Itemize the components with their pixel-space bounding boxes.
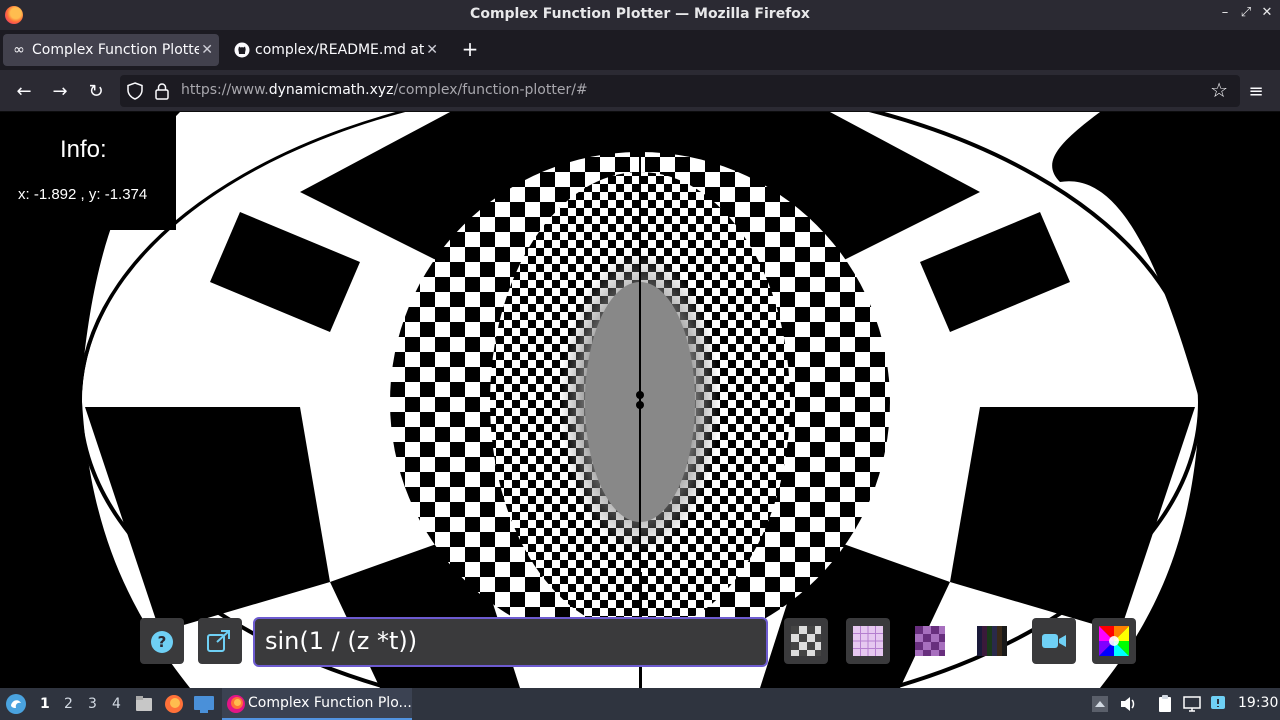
tab-close-icon[interactable]: ✕ [201, 34, 213, 66]
firefox-launcher-icon[interactable] [164, 694, 184, 714]
svg-text:?: ? [158, 633, 167, 651]
infinity-icon: ∞ [13, 42, 25, 58]
window-titlebar: Complex Function Plotter — Mozilla Firef… [0, 0, 1280, 30]
new-tab-button[interactable]: + [459, 38, 481, 60]
url-text[interactable]: https://www.dynamicmath.xyz/complex/func… [181, 82, 588, 98]
menu-button[interactable]: ≡ [1244, 80, 1268, 104]
texture-pattern-button[interactable] [908, 618, 952, 664]
workspace-1[interactable]: 1 [40, 696, 50, 712]
workspace-2[interactable]: 2 [64, 696, 73, 712]
help-icon: ? [151, 631, 173, 653]
help-button[interactable]: ? [140, 618, 184, 664]
texture-stripes-icon [977, 626, 1007, 656]
shield-icon[interactable] [126, 82, 144, 100]
reload-button[interactable]: ↻ [84, 80, 108, 104]
lock-icon[interactable] [154, 82, 170, 100]
bookmark-star-icon[interactable]: ☆ [1210, 78, 1228, 102]
open-external-icon [207, 630, 230, 652]
tab-complex-function-plotter[interactable]: ∞ Complex Function Plotter ✕ [3, 34, 219, 66]
cursor-coordinates: x: -1.892 , y: -1.374 [18, 186, 148, 203]
tray-up-arrow-icon[interactable] [1090, 694, 1110, 714]
texture-pattern-icon [915, 626, 945, 656]
texture-stripes-button[interactable] [970, 618, 1014, 664]
complex-plot-canvas[interactable] [0, 112, 1280, 688]
function-input[interactable]: sin(1 / (z *t)) [253, 617, 768, 667]
taskbar: 1 2 3 4 Complex Function Plo... 19:30 [0, 688, 1280, 720]
workspace-3[interactable]: 3 [88, 696, 97, 712]
color-wheel-icon [1099, 626, 1129, 656]
forward-button[interactable]: → [48, 80, 72, 104]
video-camera-icon [1042, 634, 1066, 648]
url-prefix: https://www. [181, 82, 269, 98]
url-path: /complex/function-plotter/# [393, 82, 588, 98]
window-title: Complex Function Plotter — Mozilla Firef… [470, 6, 810, 22]
workspace-4[interactable]: 4 [112, 696, 121, 712]
texture-grid-button[interactable] [846, 618, 890, 664]
url-bar[interactable]: https://www.dynamicmath.xyz/complex/func… [120, 75, 1240, 107]
notification-icon[interactable] [1208, 694, 1228, 714]
taskbar-window-label: Complex Function Plo... [248, 695, 412, 711]
desktop-icon[interactable] [193, 694, 215, 714]
github-icon [234, 42, 250, 58]
texture-checker-icon [791, 626, 821, 656]
tab-readme[interactable]: complex/README.md at ✕ [226, 34, 444, 66]
info-panel: Info: x: -1.892 , y: -1.374 [0, 112, 176, 230]
back-button[interactable]: ← [12, 80, 36, 104]
taskbar-window-firefox[interactable]: Complex Function Plo... [222, 688, 412, 720]
texture-checker-button[interactable] [784, 618, 828, 664]
nav-bar: ← → ↻ https://www.dynamicmath.xyz/comple… [0, 70, 1280, 112]
maximize-icon[interactable]: ⤢ [1237, 5, 1255, 20]
close-icon[interactable]: ✕ [1258, 5, 1276, 20]
tab-label: complex/README.md at [255, 42, 424, 58]
info-title: Info: [60, 136, 107, 163]
volume-icon[interactable] [1118, 694, 1138, 714]
plot-viewport[interactable]: Info: x: -1.892 , y: -1.374 ? sin(1 / (z… [0, 112, 1280, 688]
tab-label: Complex Function Plotter [32, 42, 199, 58]
network-icon[interactable] [1182, 694, 1202, 714]
open-external-button[interactable] [198, 618, 242, 664]
minimize-icon[interactable]: – [1216, 5, 1234, 20]
texture-grid-icon [853, 626, 883, 656]
clipboard-icon[interactable] [1155, 694, 1175, 714]
color-wheel-button[interactable] [1092, 618, 1136, 664]
url-host: dynamicmath.xyz [268, 82, 394, 98]
tab-close-icon[interactable]: ✕ [426, 34, 438, 66]
file-manager-icon[interactable] [134, 694, 154, 714]
clock: 19:30 [1238, 695, 1279, 711]
firefox-icon [227, 695, 245, 713]
video-button[interactable] [1032, 618, 1076, 664]
tab-strip: ∞ Complex Function Plotter ✕ complex/REA… [0, 30, 1280, 70]
start-menu-icon[interactable] [5, 693, 27, 715]
